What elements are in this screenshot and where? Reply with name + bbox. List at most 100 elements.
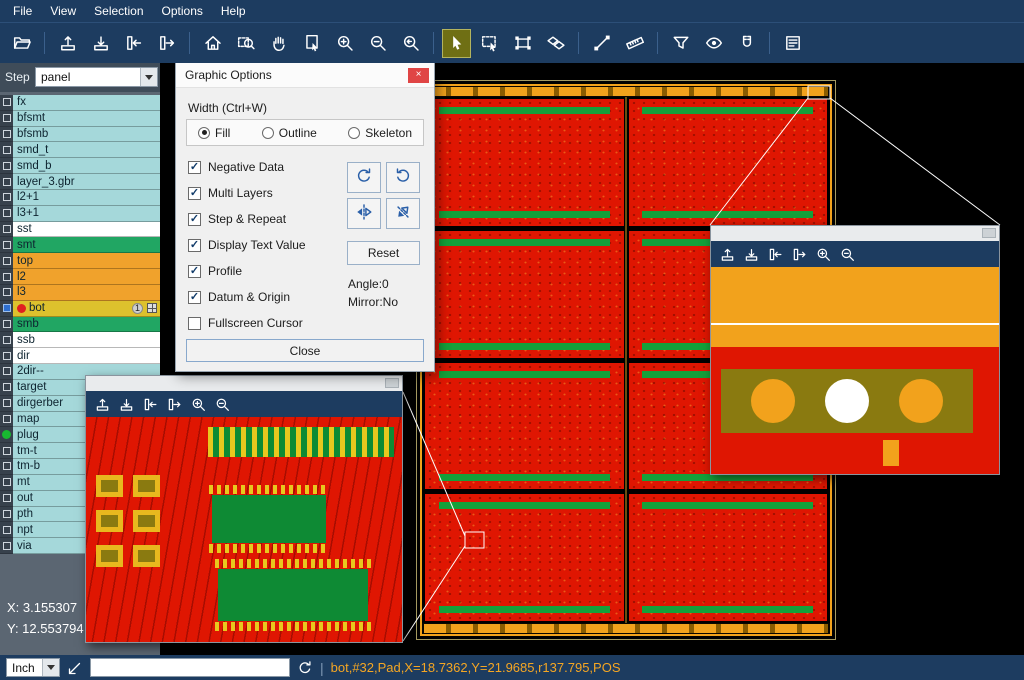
layer-row-smt[interactable]: smt <box>0 237 160 253</box>
window-button-icon[interactable] <box>385 378 399 388</box>
option-negative-data[interactable]: ✓Negative Data <box>188 160 306 174</box>
option-display-text-value[interactable]: ✓Display Text Value <box>188 238 306 252</box>
status-input[interactable] <box>90 658 290 677</box>
layer-visibility-toggle[interactable] <box>0 348 13 364</box>
layer-row-l3[interactable]: l3 <box>0 285 160 301</box>
menu-view[interactable]: View <box>41 2 85 20</box>
zoom-previous-button[interactable] <box>396 29 425 58</box>
layer-visibility-toggle[interactable] <box>0 142 13 158</box>
import-bottom-button[interactable] <box>86 29 115 58</box>
import-right-button[interactable] <box>792 247 807 262</box>
unit-combo[interactable]: Inch <box>6 658 60 677</box>
import-top-button[interactable] <box>720 247 735 262</box>
layer-checkbox[interactable] <box>3 225 11 233</box>
checkbox-icon[interactable]: ✓ <box>188 239 201 252</box>
layer-checkbox[interactable] <box>3 209 11 217</box>
menu-file[interactable]: File <box>4 2 41 20</box>
layer-visibility-toggle[interactable] <box>0 459 13 475</box>
home-button[interactable] <box>198 29 227 58</box>
option-fullscreen-cursor[interactable]: Fullscreen Cursor <box>188 316 306 330</box>
zoom-out-button[interactable] <box>840 247 855 262</box>
layer-checkbox[interactable] <box>3 526 11 534</box>
layer-row-dir[interactable]: dir <box>0 348 160 364</box>
zoom-window-titlebar[interactable] <box>711 226 999 241</box>
layer-visibility-toggle[interactable] <box>0 522 13 538</box>
layer-row-smd_b[interactable]: smd_b <box>0 158 160 174</box>
layer-visibility-toggle[interactable] <box>0 380 13 396</box>
mirror-horizontal-button[interactable] <box>347 198 381 229</box>
capture-view-button[interactable] <box>297 29 326 58</box>
layer-row-l2+1[interactable]: l2+1 <box>0 190 160 206</box>
checkbox-icon[interactable]: ✓ <box>188 213 201 226</box>
checkbox-icon[interactable]: ✓ <box>188 265 201 278</box>
filter-button[interactable] <box>666 29 695 58</box>
layer-visibility-toggle[interactable] <box>0 127 13 143</box>
snap-button[interactable] <box>732 29 761 58</box>
layer-checkbox[interactable] <box>3 98 11 106</box>
zoom-in-button[interactable] <box>816 247 831 262</box>
layer-visibility-toggle[interactable] <box>0 253 13 269</box>
layer-checkbox[interactable] <box>3 178 11 186</box>
layer-visibility-toggle[interactable] <box>0 396 13 412</box>
layer-visibility-toggle[interactable] <box>0 364 13 380</box>
layer-checkbox[interactable] <box>3 367 11 375</box>
layer-row-ssb[interactable]: ssb <box>0 332 160 348</box>
transform-select-button[interactable] <box>508 29 537 58</box>
zoom-in-button[interactable] <box>330 29 359 58</box>
open-folder-button[interactable] <box>7 29 36 58</box>
layer-row-bfsmb[interactable]: bfsmb <box>0 127 160 143</box>
layer-checkbox[interactable] <box>3 273 11 281</box>
menu-selection[interactable]: Selection <box>85 2 152 20</box>
zoom-view-detail[interactable] <box>86 417 402 642</box>
layer-visibility-toggle[interactable] <box>0 237 13 253</box>
marquee-select-button[interactable] <box>475 29 504 58</box>
menu-help[interactable]: Help <box>212 2 255 20</box>
dialog-titlebar[interactable]: Graphic Options × <box>176 63 434 88</box>
layer-checkbox[interactable] <box>3 257 11 265</box>
option-datum-origin[interactable]: ✓Datum & Origin <box>188 290 306 304</box>
layer-checkbox[interactable] <box>3 415 11 423</box>
layer-checkbox[interactable] <box>3 320 11 328</box>
layer-visibility-toggle[interactable] <box>0 269 13 285</box>
layer-visibility-toggle[interactable] <box>0 412 13 428</box>
layer-visibility-toggle[interactable] <box>0 317 13 333</box>
layer-visibility-toggle[interactable] <box>0 190 13 206</box>
layer-checkbox[interactable] <box>3 399 11 407</box>
window-button-icon[interactable] <box>982 228 996 238</box>
layer-visibility-toggle[interactable] <box>0 491 13 507</box>
zoom-out-button[interactable] <box>363 29 392 58</box>
rotate-cw-button[interactable] <box>347 162 381 193</box>
import-top-button[interactable] <box>53 29 82 58</box>
radio-icon[interactable] <box>348 127 360 139</box>
import-left-button[interactable] <box>143 397 158 412</box>
import-top-button[interactable] <box>95 397 110 412</box>
refresh-icon[interactable] <box>297 660 313 676</box>
radio-icon[interactable] <box>262 127 274 139</box>
layer-row-l2[interactable]: l2 <box>0 269 160 285</box>
pan-hand-button[interactable] <box>264 29 293 58</box>
zoom-out-button[interactable] <box>215 397 230 412</box>
layer-checkbox[interactable] <box>3 542 11 550</box>
import-left-button[interactable] <box>119 29 148 58</box>
option-profile[interactable]: ✓Profile <box>188 264 306 278</box>
layer-row-bfsmt[interactable]: bfsmt <box>0 111 160 127</box>
zoom-in-button[interactable] <box>191 397 206 412</box>
layer-checkbox[interactable] <box>3 510 11 518</box>
checkbox-icon[interactable] <box>188 317 201 330</box>
option-step-repeat[interactable]: ✓Step & Repeat <box>188 212 306 226</box>
layer-visibility-toggle[interactable] <box>0 222 13 238</box>
rotate-ccw-button[interactable] <box>386 162 420 193</box>
layer-checkbox[interactable] <box>3 130 11 138</box>
layer-checkbox[interactable] <box>3 383 11 391</box>
layer-checkbox[interactable] <box>3 288 11 296</box>
import-right-button[interactable] <box>167 397 182 412</box>
layer-visibility-toggle[interactable] <box>0 427 13 443</box>
combo-arrow-icon[interactable] <box>140 68 157 86</box>
layer-visibility-toggle[interactable] <box>0 475 13 491</box>
combo-arrow-icon[interactable] <box>42 659 59 676</box>
layer-checkbox[interactable] <box>3 241 11 249</box>
ruler-button[interactable] <box>620 29 649 58</box>
layer-checkbox[interactable] <box>3 494 11 502</box>
radio-icon[interactable] <box>198 127 210 139</box>
select-cursor-button[interactable] <box>442 29 471 58</box>
